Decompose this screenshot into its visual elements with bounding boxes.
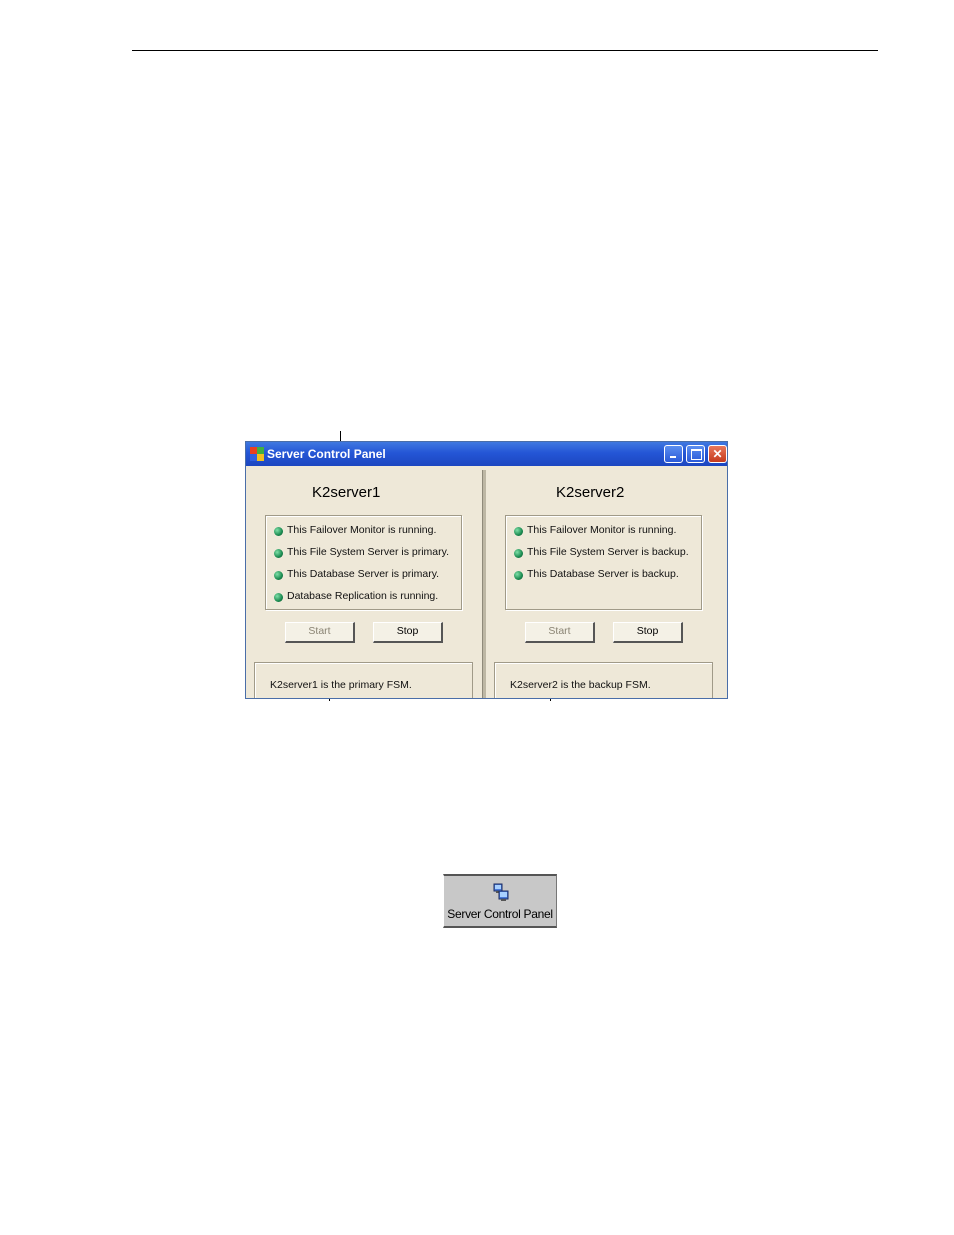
status-text: This Failover Monitor is running.	[527, 524, 677, 536]
server-pane-2: K2server2 This Failover Monitor is runni…	[488, 470, 720, 698]
window-title: Server Control Panel	[267, 447, 386, 461]
minimize-icon	[670, 456, 676, 458]
server-control-panel-window: Server Control Panel ✕ K2server1 This Fa…	[245, 441, 728, 699]
status-group: This Failover Monitor is running. This F…	[265, 515, 462, 610]
status-message: K2server2 is the backup FSM.	[510, 679, 651, 691]
status-message: K2server1 is the primary FSM.	[270, 679, 412, 691]
minimize-button[interactable]	[664, 445, 683, 463]
status-text: This File System Server is backup.	[527, 546, 689, 558]
status-text: This File System Server is primary.	[287, 546, 449, 558]
status-led-icon	[514, 527, 523, 536]
server-pane-1: K2server1 This Failover Monitor is runni…	[250, 470, 482, 698]
status-led-icon	[274, 571, 283, 580]
start-button[interactable]: Start	[285, 622, 355, 643]
status-led-icon	[274, 527, 283, 536]
page-top-rule	[132, 50, 878, 51]
status-led-icon	[274, 593, 283, 602]
status-message-box: K2server1 is the primary FSM.	[254, 662, 473, 698]
status-led-icon	[514, 549, 523, 558]
maximize-icon	[691, 449, 702, 460]
server-name: K2server1	[312, 484, 381, 501]
close-button[interactable]: ✕	[708, 445, 727, 463]
status-message-box: K2server2 is the backup FSM.	[494, 662, 713, 698]
window-title-bar[interactable]: Server Control Panel ✕	[246, 442, 727, 466]
status-group: This Failover Monitor is running. This F…	[505, 515, 702, 610]
server-name: K2server2	[556, 484, 625, 501]
status-text: This Database Server is primary.	[287, 568, 440, 580]
status-text: This Failover Monitor is running.	[287, 524, 437, 536]
server-control-panel-toolbar-button[interactable]: Server Control Panel	[443, 874, 557, 928]
app-window-icon	[250, 447, 264, 461]
toolbar-button-label: Server Control Panel	[447, 907, 553, 921]
status-led-icon	[514, 571, 523, 580]
close-icon: ✕	[712, 447, 723, 461]
start-button[interactable]: Start	[525, 622, 595, 643]
stop-button[interactable]: Stop	[613, 622, 683, 643]
pane-splitter[interactable]	[482, 470, 486, 698]
maximize-button[interactable]	[686, 445, 705, 463]
server-control-panel-icon	[493, 883, 509, 901]
status-text: This Database Server is backup.	[527, 568, 679, 580]
status-led-icon	[274, 549, 283, 558]
status-text: Database Replication is running.	[287, 590, 439, 602]
stop-button[interactable]: Stop	[373, 622, 443, 643]
